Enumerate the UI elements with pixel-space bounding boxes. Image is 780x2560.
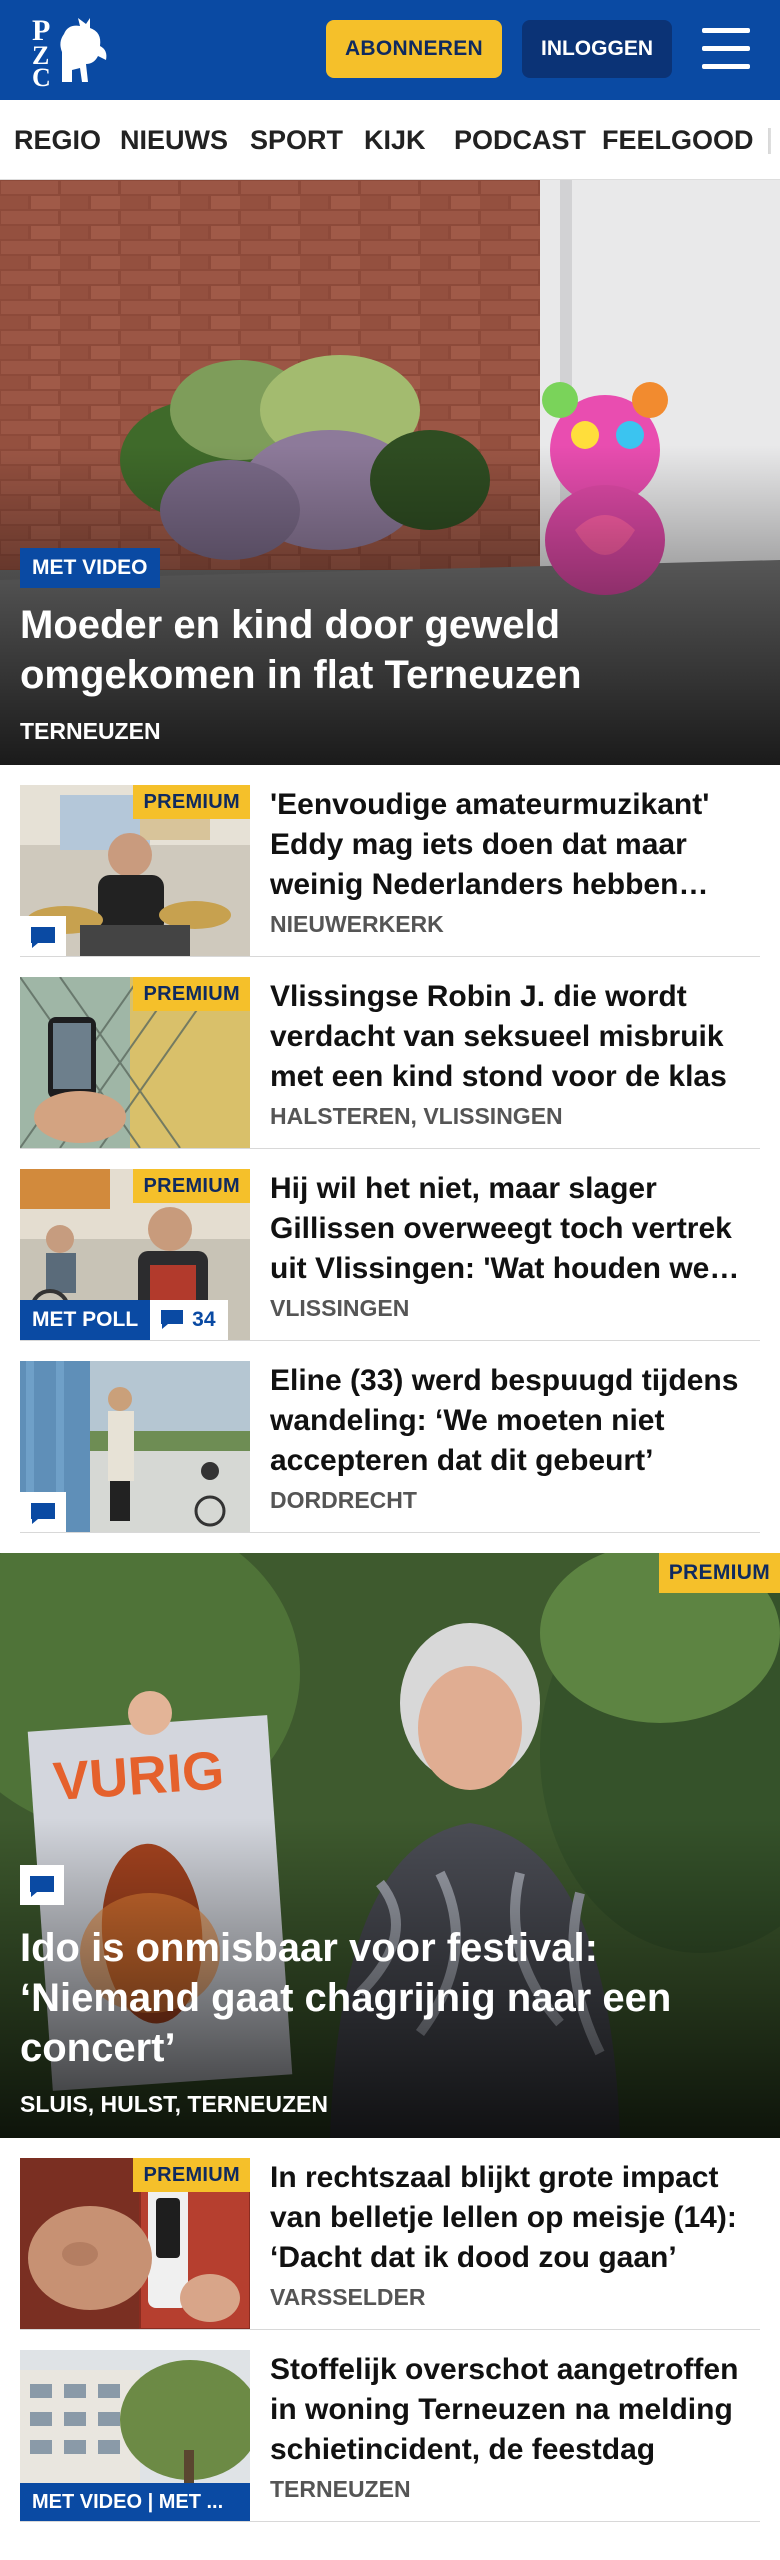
top-bar: P Z C ABONNEREN INLOGGEN [0,0,780,100]
comment-count[interactable]: 34 [150,1300,228,1340]
comment-icon[interactable] [20,1492,66,1532]
nav-fade [760,100,780,179]
article-headline[interactable]: 'Eenvoudige amateurmuzikant' Eddy mag ie… [270,785,760,905]
poll-badge: MET POLL [20,1300,151,1340]
article-headline[interactable]: Eline (33) werd bespuugd tijdens wandeli… [270,1361,760,1481]
pzc-logo[interactable]: P Z C [28,12,114,92]
video-badge: MET VIDEO | MET ... [20,2483,250,2521]
article-item[interactable]: PREMIUM MET POLL 34 Hij wil het niet, ma… [20,1149,760,1341]
nav-item-kijk[interactable]: KIJK [364,100,426,179]
article-location: DORDRECHT [270,1487,417,1513]
comment-count-value: 34 [192,1308,216,1331]
article-thumbnail: PREMIUM [20,785,250,956]
nav-item-podcast[interactable]: PODCAST [454,100,586,179]
article-location: VARSSELDER [270,2284,426,2310]
svg-text:C: C [32,63,51,88]
article-location: VLISSINGEN [270,1295,410,1321]
article-location: NIEUWERKERK [270,911,444,937]
article-headline[interactable]: Stoffelijk overschot aangetrof­fen in wo… [270,2350,760,2470]
article-item[interactable]: PREMIUM In rechtszaal blijkt grote impac… [20,2138,760,2330]
article-thumbnail [20,1361,250,1532]
article-location: TERNEUZEN [270,2476,411,2502]
premium-badge: PREMIUM [133,2158,250,2192]
premium-badge: PREMIUM [133,1169,250,1203]
article-headline[interactable]: Vlissingse Robin J. die wordt verdacht v… [270,977,760,1097]
feature-article[interactable]: VURIG PREMIUM Ido is onmisbaar voor fest… [0,1553,780,2138]
article-item[interactable]: PREMIUM Vlissingse Robin J. die wordt ve… [20,957,760,1149]
hero-article[interactable]: MET VIDEO Moeder en kind door geweld omg… [0,180,780,765]
menu-icon[interactable] [700,26,752,72]
article-headline[interactable]: In rechtszaal blijkt grote impact van be… [270,2158,760,2278]
nav-item-nieuws[interactable]: NIEUWS [120,100,228,179]
article-thumbnail: PREMIUM MET POLL 34 [20,1169,250,1340]
article-item[interactable]: Eline (33) werd bespuugd tijdens wandeli… [20,1341,760,1533]
premium-badge: PREMIUM [658,1553,780,1593]
nav-item-feelgood[interactable]: FEELGOOD [602,100,754,179]
feature-headline[interactable]: Ido is onmisbaar voor festival: ‘Niemand… [20,1923,740,2073]
hero-headline[interactable]: Moeder en kind door geweld omgekomen in … [20,600,740,700]
comment-icon[interactable] [20,916,66,956]
article-thumbnail: MET VIDEO | MET ... [20,2350,250,2521]
article-item[interactable]: PREMIUM 'Eenvoudige amateurmuzikant' Edd… [20,765,760,957]
svg-text:VURIG: VURIG [51,1740,226,1812]
poll-row: MET POLL 34 [20,1300,228,1340]
article-headline[interactable]: Hij wil het niet, maar slager Gillissen … [270,1169,760,1289]
article-thumbnail: PREMIUM [20,977,250,1148]
premium-badge: PREMIUM [133,977,250,1011]
comment-icon [161,1310,184,1329]
nav-item-sport[interactable]: SPORT [250,100,343,179]
hero-location: TERNEUZEN [20,718,161,744]
nav-item-regio[interactable]: REGIO [14,100,101,179]
section-nav: REGIO NIEUWS SPORT KIJK PODCAST FEELGOOD [0,100,780,180]
article-location: HALSTEREN, VLISSINGEN [270,1103,563,1129]
video-badge: MET VIDEO [20,548,160,588]
article-item[interactable]: MET VIDEO | MET ... Stoffelijk overschot… [20,2330,760,2522]
login-button[interactable]: INLOGGEN [522,20,672,78]
feature-location: SLUIS, HULST, TERNEUZEN [20,2091,328,2117]
article-thumbnail: PREMIUM [20,2158,250,2329]
comment-icon[interactable] [20,1865,64,1905]
subscribe-button[interactable]: ABONNEREN [326,20,502,78]
premium-badge: PREMIUM [133,785,250,819]
